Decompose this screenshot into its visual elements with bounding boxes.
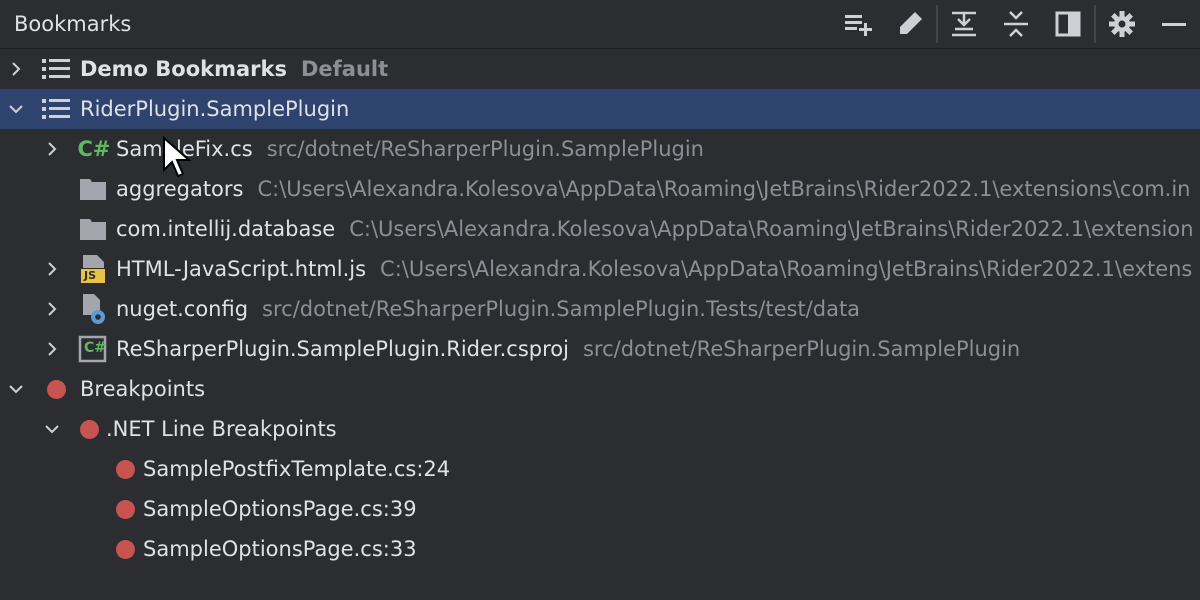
tree-item-secondary: src/dotnet/ReSharperPlugin.SamplePlugin — [266, 137, 704, 161]
folder-icon — [78, 209, 108, 249]
preview-pane-icon[interactable] — [1042, 0, 1094, 48]
bookmark-item-csproj[interactable]: C# ReSharperPlugin.SamplePlugin.Rider.cs… — [0, 329, 1200, 369]
chevron-right-icon[interactable] — [40, 249, 64, 289]
breakpoints-group[interactable]: Breakpoints — [0, 369, 1200, 409]
tree-item-label: SampleOptionsPage.cs:33 — [143, 537, 417, 561]
csharp-file-icon: C# — [77, 137, 111, 161]
expand-all-icon[interactable] — [938, 0, 990, 48]
tree-item-label: com.intellij.database — [116, 217, 336, 241]
list-icon — [41, 89, 71, 129]
list-icon — [41, 49, 71, 89]
minimize-icon[interactable] — [1148, 0, 1200, 48]
chevron-right-icon[interactable] — [40, 329, 64, 369]
folder-icon — [78, 169, 108, 209]
tree-item-secondary: Default — [301, 57, 389, 81]
bookmark-item-nuget-config[interactable]: nuget.config src/dotnet/ReSharperPlugin.S… — [0, 289, 1200, 329]
breakpoint-item[interactable]: SampleOptionsPage.cs:39 — [0, 489, 1200, 529]
chevron-down-icon[interactable] — [4, 89, 28, 129]
breakpoints-net-line[interactable]: .NET Line Breakpoints — [0, 409, 1200, 449]
breakpoint-icon — [41, 369, 71, 409]
tree-item-label: aggregators — [116, 177, 244, 201]
tree-item-label: Demo Bookmarks — [80, 57, 287, 81]
bookmark-list-demo[interactable]: Demo Bookmarks Default — [0, 49, 1200, 89]
bookmark-item-aggregators[interactable]: aggregators C:\Users\Alexandra.Kolesova\A… — [0, 169, 1200, 209]
breakpoint-icon — [110, 529, 140, 569]
bookmark-item-database[interactable]: com.intellij.database C:\Users\Alexandra.… — [0, 209, 1200, 249]
tree-item-secondary: src/dotnet/ReSharperPlugin.SamplePlugin.… — [262, 297, 861, 321]
tree-item-label: SamplePostfixTemplate.cs:24 — [143, 457, 451, 481]
tree-item-label: RiderPlugin.SamplePlugin — [80, 97, 350, 121]
chevron-right-icon[interactable] — [4, 49, 28, 89]
javascript-badge-text: JS — [84, 269, 97, 282]
tree-item-label: SampleOptionsPage.cs:39 — [143, 497, 417, 521]
breakpoint-item[interactable]: SampleOptionsPage.cs:33 — [0, 529, 1200, 569]
breakpoint-icon — [110, 489, 140, 529]
tree-item-secondary: C:\Users\Alexandra.Kolesova\AppData\Roam… — [380, 257, 1193, 281]
tree-item-label: ReSharperPlugin.SamplePlugin.Rider.cspro… — [116, 337, 569, 361]
tree-item-secondary: C:\Users\Alexandra.Kolesova\AppData\Roam… — [257, 177, 1191, 201]
javascript-file-icon: JS — [78, 249, 108, 289]
tree-item-secondary: C:\Users\Alexandra.Kolesova\AppData\Roam… — [349, 217, 1194, 241]
tree-item-label: Breakpoints — [80, 377, 206, 401]
add-list-icon[interactable] — [832, 0, 884, 48]
toolbar — [832, 0, 1200, 48]
breakpoint-icon — [110, 449, 140, 489]
chevron-down-icon[interactable] — [40, 409, 64, 449]
tree-item-label: SampleFix.cs — [116, 137, 253, 161]
bookmark-item-html-js[interactable]: JS HTML-JavaScript.html.js C:\Users\Alexa… — [0, 249, 1200, 289]
tool-window-title: Bookmarks — [14, 12, 132, 36]
bookmarks-tree: Demo Bookmarks Default RiderPlugin.Sample… — [0, 49, 1200, 569]
bookmark-list-riderplugin[interactable]: RiderPlugin.SamplePlugin — [0, 89, 1200, 129]
edit-icon[interactable] — [884, 0, 936, 48]
tree-item-label: HTML-JavaScript.html.js — [116, 257, 367, 281]
tree-item-label: nuget.config — [116, 297, 249, 321]
csproj-file-icon: C# — [78, 329, 108, 369]
chevron-right-icon[interactable] — [40, 289, 64, 329]
config-file-icon — [78, 289, 108, 329]
tree-item-label: .NET Line Breakpoints — [106, 417, 337, 441]
breakpoint-icon — [74, 409, 104, 449]
chevron-right-icon[interactable] — [40, 129, 64, 169]
tool-window-header: Bookmarks — [0, 0, 1200, 49]
breakpoint-item[interactable]: SamplePostfixTemplate.cs:24 — [0, 449, 1200, 489]
tree-item-secondary: src/dotnet/ReSharperPlugin.SamplePlugin — [582, 337, 1021, 361]
collapse-all-icon[interactable] — [990, 0, 1042, 48]
csharp-badge-text: C# — [84, 340, 107, 356]
chevron-down-icon[interactable] — [4, 369, 28, 409]
bookmark-item-samplefix[interactable]: C# SampleFix.cs src/dotnet/ReSharperPlugi… — [0, 129, 1200, 169]
gear-icon[interactable] — [1096, 0, 1148, 48]
